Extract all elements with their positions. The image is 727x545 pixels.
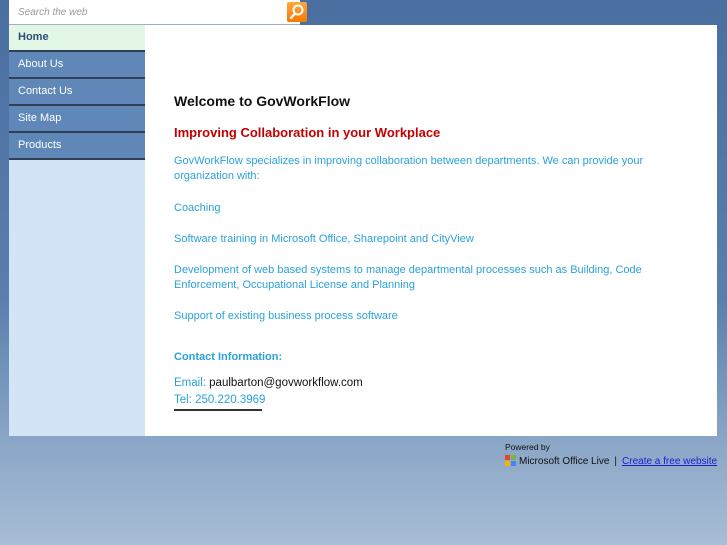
footer: Powered by Microsoft Office Live | Creat… <box>505 442 717 467</box>
office-live-logo-icon <box>505 455 516 466</box>
powered-by-label: Powered by <box>505 442 550 452</box>
email-label: Email: <box>174 377 206 389</box>
page-container: Home About Us Contact Us Site Map Produc… <box>9 25 717 436</box>
email-row: Email: paulbarton@govworkflow.com <box>174 377 363 389</box>
divider <box>174 409 262 411</box>
sidebar: Home About Us Contact Us Site Map Produc… <box>9 25 145 436</box>
search-bar <box>9 0 307 25</box>
nav-item-contact-us[interactable]: Contact Us <box>9 79 145 106</box>
tel-value: 250.220.3969 <box>195 394 266 406</box>
intro-text: GovWorkFlow specializes in improving col… <box>174 155 644 182</box>
email-value: paulbarton@govworkflow.com <box>209 377 363 389</box>
nav-item-products[interactable]: Products <box>9 133 145 160</box>
page-subtitle: Improving Collaboration in your Workplac… <box>174 125 441 140</box>
tel-row: Tel: 250.220.3969 <box>174 394 265 406</box>
nav-item-about-us[interactable]: About Us <box>9 52 145 79</box>
service-item: Software training in Microsoft Office, S… <box>174 233 474 245</box>
create-free-website-link[interactable]: Create a free website <box>622 456 717 467</box>
service-item: Support of existing business process sof… <box>174 310 398 322</box>
search-icon <box>289 4 304 20</box>
tel-label: Tel: <box>174 394 192 406</box>
nav-item-site-map[interactable]: Site Map <box>9 106 145 133</box>
service-item: Development of web based systems to mana… <box>174 264 642 291</box>
search-button[interactable] <box>287 2 307 22</box>
nav-item-home[interactable]: Home <box>9 25 145 52</box>
brand-label: Microsoft Office Live <box>519 455 610 467</box>
search-input[interactable] <box>9 0 274 24</box>
service-item: Coaching <box>174 202 221 214</box>
page-title: Welcome to GovWorkFlow <box>174 93 351 109</box>
contact-heading: Contact Information: <box>174 351 283 363</box>
separator: | <box>614 455 618 467</box>
